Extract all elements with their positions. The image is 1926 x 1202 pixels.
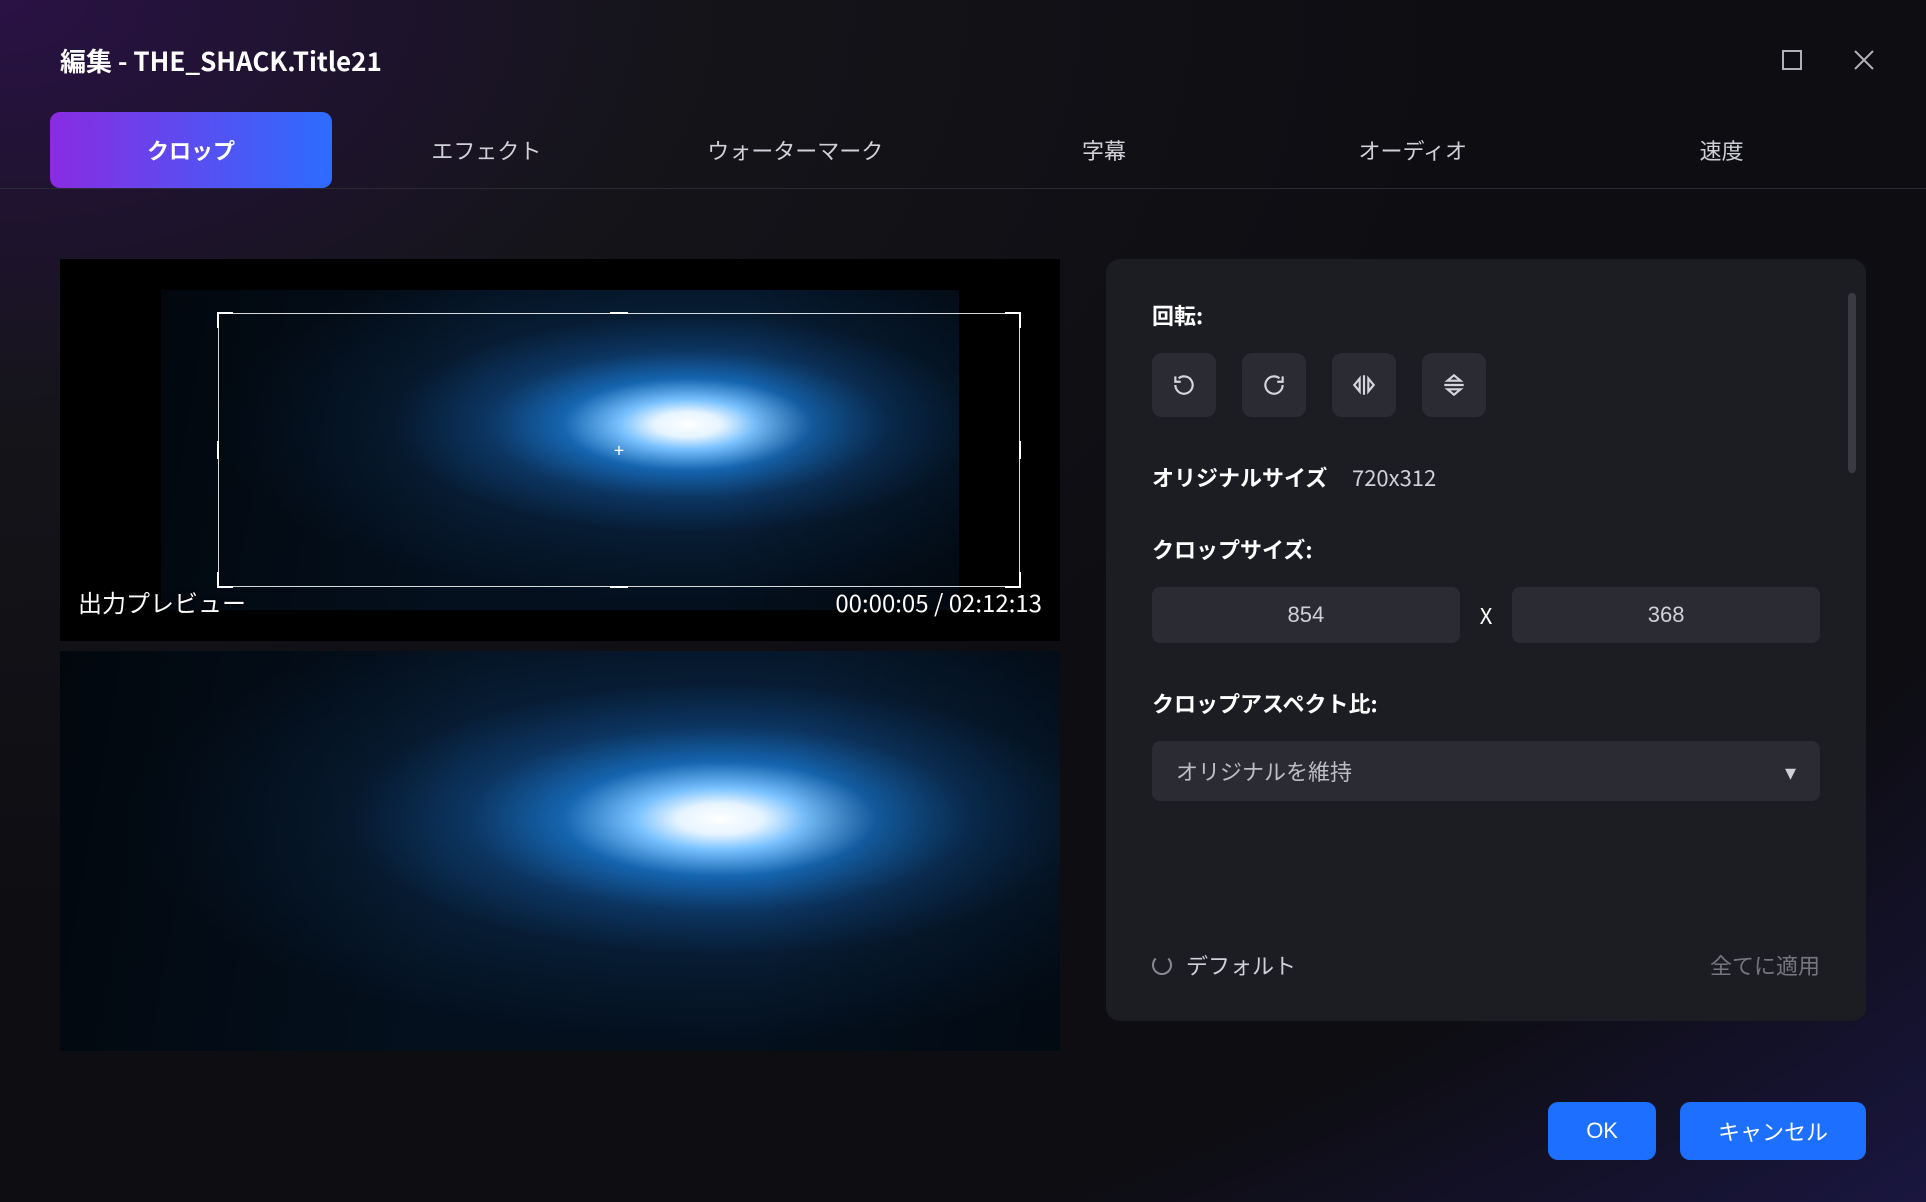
crop-handle-ml[interactable]	[217, 441, 233, 459]
output-frame	[60, 651, 1060, 1051]
crop-width-input[interactable]	[1152, 587, 1460, 643]
chevron-down-icon: ▾	[1785, 755, 1796, 787]
tab-subtitle[interactable]: 字幕	[950, 112, 1259, 188]
tab-label: ウォーターマーク	[707, 134, 883, 166]
tab-watermark[interactable]: ウォーターマーク	[641, 112, 950, 188]
tab-crop[interactable]: クロップ	[50, 112, 332, 188]
titlebar: 編集 - THE_SHACK.Title21	[0, 0, 1926, 102]
output-preview	[60, 651, 1060, 1051]
ok-button[interactable]: OK	[1548, 1102, 1656, 1160]
crop-rectangle[interactable]: +	[218, 313, 1020, 587]
tab-effect[interactable]: エフェクト	[332, 112, 641, 188]
tab-label: エフェクト	[431, 134, 541, 166]
close-button[interactable]	[1842, 38, 1886, 82]
panel-footer: デフォルト 全てに適用	[1152, 949, 1820, 981]
tab-label: クロップ	[147, 134, 235, 166]
crop-size-label: クロップサイズ:	[1152, 533, 1820, 565]
tabs: クロップ エフェクト ウォーターマーク 字幕 オーディオ 速度	[0, 102, 1926, 189]
tab-label: 速度	[1700, 134, 1744, 166]
apply-all-label: 全てに適用	[1710, 949, 1820, 981]
panel-scrollbar[interactable]	[1848, 293, 1856, 473]
reset-default-button[interactable]: デフォルト	[1152, 949, 1296, 981]
flip-horizontal-button[interactable]	[1332, 353, 1396, 417]
source-preview[interactable]: + 出力プレビュー 00:00:05 / 02:12:13	[60, 259, 1060, 641]
original-size-value: 720x312	[1352, 461, 1436, 493]
original-size-label: オリジナルサイズ	[1152, 461, 1328, 493]
window-controls	[1770, 38, 1886, 82]
reset-icon	[1152, 955, 1172, 975]
flip-vertical-button[interactable]	[1422, 353, 1486, 417]
crop-handle-mr[interactable]	[1005, 441, 1021, 459]
dialog-buttons: OK キャンセル	[1548, 1102, 1866, 1160]
tab-label: オーディオ	[1359, 134, 1467, 166]
original-size-row: オリジナルサイズ 720x312	[1152, 461, 1820, 493]
flip-horizontal-icon	[1351, 372, 1377, 398]
cancel-button[interactable]: キャンセル	[1680, 1102, 1866, 1160]
timecode: 00:00:05 / 02:12:13	[835, 584, 1042, 619]
cancel-label: キャンセル	[1718, 1120, 1828, 1145]
default-label: デフォルト	[1186, 949, 1296, 981]
tab-label: 字幕	[1082, 134, 1126, 166]
rotate-ccw-icon	[1171, 372, 1197, 398]
content: + 出力プレビュー 00:00:05 / 02:12:13 回転:	[0, 189, 1926, 1051]
crop-panel: 回転: オリジナルサイズ 720x312 クロップサイズ: X クロッ	[1106, 259, 1866, 1021]
crop-height-input[interactable]	[1512, 587, 1820, 643]
output-preview-label: 出力プレビュー	[78, 584, 246, 619]
rotate-ccw-button[interactable]	[1152, 353, 1216, 417]
aspect-label: クロップアスペクト比:	[1152, 687, 1820, 719]
apply-all-button[interactable]: 全てに適用	[1710, 949, 1820, 981]
crop-center-icon: +	[614, 437, 624, 463]
crop-handle-mt[interactable]	[610, 312, 628, 328]
rotate-cw-icon	[1261, 372, 1287, 398]
preview-column: + 出力プレビュー 00:00:05 / 02:12:13	[60, 259, 1060, 1051]
tab-audio[interactable]: オーディオ	[1258, 112, 1567, 188]
rotate-cw-button[interactable]	[1242, 353, 1306, 417]
window-title: 編集 - THE_SHACK.Title21	[60, 42, 382, 79]
aspect-selected-value: オリジナルを維持	[1176, 755, 1352, 787]
preview-overlay: 出力プレビュー 00:00:05 / 02:12:13	[60, 584, 1060, 619]
flip-vertical-icon	[1441, 372, 1467, 398]
rotate-label: 回転:	[1152, 299, 1820, 331]
rotate-buttons	[1152, 353, 1820, 417]
tab-speed[interactable]: 速度	[1567, 112, 1876, 188]
crop-handle-tr[interactable]	[1005, 312, 1021, 328]
crop-size-row: X	[1152, 587, 1820, 643]
size-separator: X	[1480, 599, 1493, 631]
aspect-select[interactable]: オリジナルを維持 ▾	[1152, 741, 1820, 801]
ok-label: OK	[1586, 1118, 1618, 1143]
maximize-button[interactable]	[1770, 38, 1814, 82]
crop-handle-tl[interactable]	[217, 312, 233, 328]
